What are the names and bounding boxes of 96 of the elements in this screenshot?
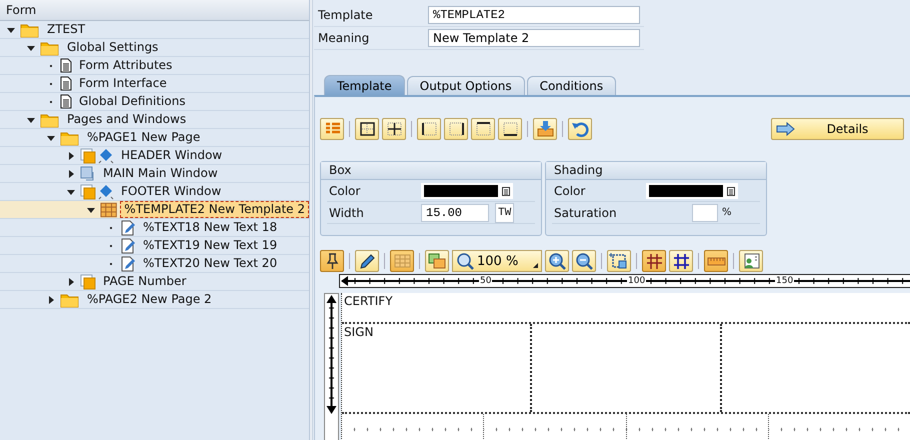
zoom-in-icon: [549, 253, 566, 270]
text-edit-icon: [120, 256, 136, 272]
tree-item[interactable]: Global Settings: [63, 39, 162, 56]
table-icon: [394, 254, 410, 268]
grid-icon: [673, 253, 690, 270]
saturation-field[interactable]: [692, 204, 718, 222]
tree-item[interactable]: Global Definitions: [75, 93, 190, 110]
field-label: Saturation: [553, 206, 618, 220]
arrow-right-icon: [776, 122, 796, 136]
ruler-label: 150: [775, 275, 794, 287]
zoom-out-icon: [576, 253, 593, 270]
color-field[interactable]: [646, 182, 738, 198]
template-cell[interactable]: SIGN: [342, 324, 532, 412]
group-title: Shading: [546, 162, 766, 180]
tree-item[interactable]: %TEXT19 New Text 19: [139, 237, 282, 254]
toolbar-button[interactable]: [444, 118, 468, 140]
frame-icon: [360, 122, 375, 136]
tree-item[interactable]: PAGE Number: [99, 273, 190, 290]
unit-button[interactable]: TW: [495, 202, 514, 222]
dropdown-icon: [533, 263, 538, 268]
template-cell[interactable]: [342, 414, 484, 440]
text-edit-icon: [120, 220, 136, 236]
tab[interactable]: Template: [324, 75, 405, 95]
group-title: Box: [321, 162, 541, 180]
document-icon: [60, 76, 72, 91]
ruler-icon: [708, 258, 726, 266]
tab[interactable]: Conditions: [526, 76, 616, 95]
toolbar-button[interactable]: [417, 118, 441, 140]
field-label: Meaning: [317, 31, 370, 45]
list-icon: [727, 186, 735, 196]
folder-icon: [40, 112, 60, 128]
tree-item[interactable]: %TEXT18 New Text 18: [139, 219, 282, 236]
folder-icon: [40, 40, 60, 56]
grid-table-icon: [100, 202, 118, 218]
download-icon: [538, 121, 554, 136]
tree-item[interactable]: ZTEST: [43, 21, 90, 38]
field-label: Color: [328, 184, 362, 198]
expand-arrow-icon[interactable]: [66, 168, 76, 178]
zoom-dropdown[interactable]: 100 %: [452, 250, 542, 272]
tree-item[interactable]: %PAGE2 New Page 2: [83, 291, 216, 308]
tree-item[interactable]: %TEXT20 New Text 20: [139, 255, 282, 272]
template-cell[interactable]: CERTIFY: [342, 293, 910, 322]
toolbar-button[interactable]: [320, 250, 344, 272]
text-field[interactable]: New Template 2: [428, 29, 640, 47]
list-icon: [324, 122, 342, 134]
ruler-label: 50: [479, 275, 492, 287]
tree-item[interactable]: %TEMPLATE2 New Template 2: [120, 201, 309, 218]
toolbar-button[interactable]: [642, 250, 666, 272]
text-edit-icon: [120, 238, 136, 254]
document-icon: [60, 94, 72, 109]
tree-item[interactable]: MAIN Main Window: [99, 165, 222, 182]
ruler-label: 100: [627, 275, 646, 287]
grid-icon: [646, 253, 663, 270]
text-field[interactable]: %TEMPLATE2: [428, 6, 640, 24]
tree-item[interactable]: Form Interface: [75, 75, 171, 92]
tree-item[interactable]: HEADER Window: [117, 147, 226, 164]
tab[interactable]: Output Options: [406, 76, 525, 95]
tree-item[interactable]: Pages and Windows: [63, 111, 190, 128]
toolbar-button[interactable]: [471, 118, 495, 140]
pane-title: Form: [0, 0, 309, 21]
zoom-icon: [457, 253, 474, 270]
unit-label: %: [722, 207, 732, 218]
pin-icon: [326, 253, 338, 270]
field-label: Template: [317, 8, 374, 22]
folder-icon: [60, 292, 80, 308]
window-icon: [80, 166, 96, 182]
expand-arrow-icon[interactable]: [46, 294, 56, 304]
expand-arrow-icon[interactable]: [66, 150, 76, 160]
tree-item[interactable]: FOOTER Window: [117, 183, 226, 200]
person-form-icon: [744, 254, 760, 268]
inner-lines-icon: [387, 122, 402, 136]
color-field[interactable]: [421, 182, 513, 198]
fit-page-icon: [608, 252, 626, 268]
toolbar-button[interactable]: [355, 250, 379, 272]
template-cell[interactable]: [626, 414, 769, 440]
undo-icon: [572, 122, 589, 138]
document-icon: [60, 58, 72, 73]
expand-arrow-icon[interactable]: [66, 276, 76, 286]
list-icon: [502, 186, 510, 196]
toolbar-button[interactable]: [572, 250, 596, 272]
toolbar-button[interactable]: [355, 118, 379, 140]
tree-item[interactable]: Form Attributes: [75, 57, 176, 74]
toolbar-button[interactable]: [498, 118, 522, 140]
width-field[interactable]: 15.00: [421, 204, 489, 222]
toolbar-button[interactable]: [545, 250, 569, 272]
pencil-icon: [360, 254, 375, 269]
toolbar-button[interactable]: [382, 118, 406, 140]
folder-icon: [20, 22, 40, 38]
toolbar-button[interactable]: [669, 250, 693, 272]
field-label: Width: [328, 206, 365, 220]
tree-item[interactable]: %PAGE1 New Page: [83, 129, 204, 146]
toolbar-button[interactable]: [607, 250, 631, 272]
field-label: Color: [553, 184, 586, 198]
folder-icon: [60, 130, 80, 146]
copy-icon: [428, 254, 446, 268]
details-button[interactable]: Details: [771, 118, 904, 140]
